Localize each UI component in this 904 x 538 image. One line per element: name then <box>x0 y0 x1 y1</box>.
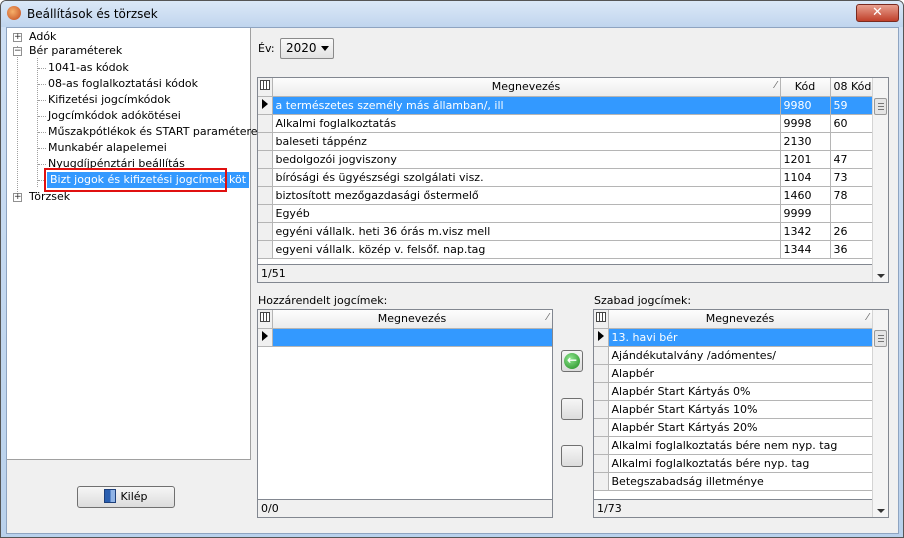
tree-item-muszakpotlekok[interactable]: Műszakpótlékok és START paraméterek <box>48 124 264 140</box>
year-value: 2020 <box>286 41 317 55</box>
year-select[interactable]: 2020 <box>280 38 334 59</box>
scroll-thumb[interactable] <box>874 330 887 347</box>
free-record-status: 1/73 <box>594 499 872 517</box>
tree-item-ber-parameterek[interactable]: Bér paraméterek <box>29 43 122 59</box>
tree-line <box>38 164 46 165</box>
jogcim-grid[interactable]: Megnevezés ⁄ Kód 08 Kód a természetes sze… <box>257 77 889 283</box>
table-row[interactable]: bedolgozói jogviszony 1201 47 <box>258 150 873 169</box>
table-row[interactable]: biztosított mezőgazdasági őstermelő 1460 7… <box>258 186 873 205</box>
expand-torzsek-icon[interactable]: + <box>13 193 22 202</box>
left-bottom-panel: Kilép <box>7 460 251 533</box>
tree-line <box>38 116 46 117</box>
exit-button[interactable]: Kilép <box>77 486 175 508</box>
table-row[interactable]: Alapbér Start Kártyás 0% <box>594 382 873 401</box>
row-pointer-icon <box>598 330 604 341</box>
chevron-down-icon <box>321 46 329 51</box>
table-row[interactable]: egyéni vállalk. heti 36 órás m.visz mell… <box>258 222 873 241</box>
tree-line <box>17 46 18 198</box>
collapse-ber-icon[interactable]: − <box>13 47 22 56</box>
close-button[interactable]: ✕ <box>856 4 899 22</box>
tree-line <box>38 100 46 101</box>
row-pointer-icon <box>262 98 268 109</box>
col-header-08-kod[interactable]: 08 Kód <box>830 78 873 97</box>
table-row[interactable]: baleseti táppénz 2130 <box>258 132 873 151</box>
exit-door-icon <box>104 489 117 503</box>
tree-line <box>37 58 38 187</box>
vertical-scrollbar[interactable] <box>872 78 888 282</box>
arrow-left-icon: ← <box>564 353 580 369</box>
tree-item-torzsek[interactable]: Törzsek <box>29 189 70 205</box>
tree-item-kifizetesi-jogcimkodok[interactable]: Kifizetési jogcímkódok <box>48 92 170 108</box>
tree-line <box>38 68 46 69</box>
column-chooser-icon[interactable] <box>594 310 609 329</box>
settings-window: Beállítások és törzsek ✕ + Adók − Bér pa… <box>0 0 904 538</box>
col-header-kod[interactable]: Kód <box>780 78 831 97</box>
settings-tree: + Adók − Bér paraméterek 1041-as kódok 0… <box>7 28 264 460</box>
year-label: Év: <box>258 42 275 55</box>
table-row[interactable]: Alkalmi foglalkoztatás bére nem nyp. tag <box>594 436 873 455</box>
table-row[interactable] <box>258 328 552 347</box>
scroll-down-icon[interactable] <box>877 509 885 513</box>
table-row[interactable]: Ajándékutalvány /adómentes/ <box>594 346 873 365</box>
sort-icon: ⁄ <box>546 312 549 323</box>
sort-icon: ⁄ <box>774 80 777 91</box>
client-area: + Adók − Bér paraméterek 1041-as kódok 0… <box>6 27 899 534</box>
tree-line <box>38 84 46 85</box>
tree-item-munkaber-alapelemei[interactable]: Munkabér alapelemei <box>48 140 167 156</box>
table-row[interactable]: Alkalmi foglalkoztatás 9998 60 <box>258 114 873 133</box>
col-header-megnevezes[interactable]: Megnevezés ⁄ <box>272 310 552 329</box>
col-header-megnevezes[interactable]: Megnevezés ⁄ <box>272 78 781 97</box>
scroll-down-icon[interactable] <box>877 274 885 278</box>
assigned-record-status: 0/0 <box>258 499 552 517</box>
table-row[interactable]: a természetes személy más államban/, ill… <box>258 96 873 115</box>
scroll-thumb[interactable] <box>874 98 887 115</box>
col-header-megnevezes[interactable]: Megnevezés ⁄ <box>608 310 873 329</box>
table-row[interactable]: egyeni vállalk. közép v. felsőf. nap.tag… <box>258 240 873 259</box>
tree-item-1041[interactable]: 1041-as kódok <box>48 60 129 76</box>
empty-button[interactable] <box>561 445 583 467</box>
expand-adok-icon[interactable]: + <box>13 33 22 42</box>
tree-item-jogcimkodok-adokotesei[interactable]: Jogcímkódok adókötései <box>48 108 181 124</box>
assigned-label: Hozzárendelt jogcímek: <box>258 294 388 307</box>
table-row[interactable]: Alapbér <box>594 364 873 383</box>
tree-item-08-kodok[interactable]: 08-as foglalkoztatási kódok <box>48 76 198 92</box>
table-row[interactable]: Alapbér Start Kártyás 10% <box>594 400 873 419</box>
free-grid[interactable]: Megnevezés ⁄ 13. havi bér Ajándékutalvány… <box>593 309 889 518</box>
add-jogcim-button[interactable]: ← <box>561 350 583 372</box>
row-pointer-icon <box>262 330 268 341</box>
sort-icon: ⁄ <box>866 312 869 323</box>
table-row[interactable]: 13. havi bér <box>594 328 873 347</box>
table-row[interactable]: Alkalmi foglalkoztatás bére nyp. tag <box>594 454 873 473</box>
free-label: Szabad jogcímek: <box>594 294 692 307</box>
tree-line <box>38 148 46 149</box>
exit-button-label: Kilép <box>120 490 148 503</box>
tree-line <box>38 132 46 133</box>
title-bar[interactable]: Beállítások és törzsek ✕ <box>1 1 903 27</box>
app-icon <box>7 6 21 20</box>
vertical-scrollbar[interactable] <box>872 310 888 517</box>
table-row[interactable]: Alapbér Start Kártyás 20% <box>594 418 873 437</box>
highlight-box <box>44 168 227 192</box>
table-row[interactable]: Egyéb 9999 <box>258 204 873 223</box>
empty-button[interactable] <box>561 398 583 420</box>
table-row[interactable]: bírósági és ügyészségi szolgálati visz. 1… <box>258 168 873 187</box>
column-chooser-icon[interactable] <box>258 310 273 329</box>
grid-record-status: 1/51 <box>258 264 872 282</box>
assigned-grid[interactable]: Megnevezés ⁄ 0/0 <box>257 309 553 518</box>
table-row[interactable]: Betegszabadság illetménye <box>594 472 873 491</box>
column-chooser-icon[interactable] <box>258 78 273 97</box>
window-title: Beállítások és törzsek <box>27 7 158 21</box>
